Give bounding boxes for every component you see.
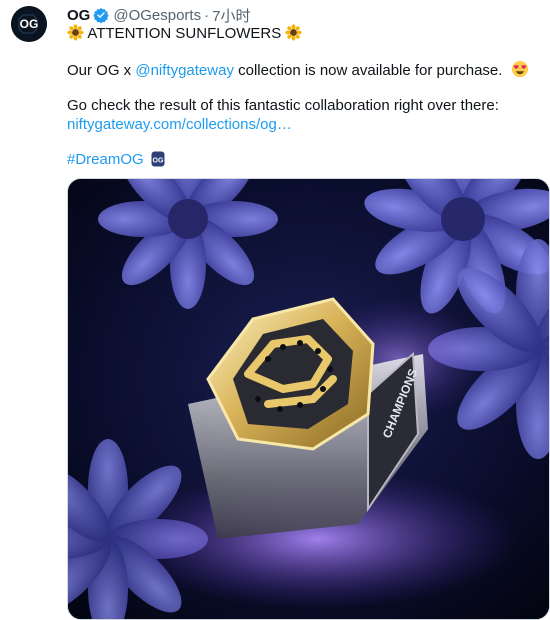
tweet-media-image[interactable]: CHAMPIONS	[67, 178, 550, 620]
verified-badge-icon	[93, 7, 110, 23]
separator-dot: ·	[204, 6, 210, 24]
tweet-line-hashtag: #DreamOG OG	[67, 150, 165, 172]
tweet-card[interactable]: OG OG @OGesports · 7小时 ATTENTION SUNFLOW…	[0, 0, 550, 620]
og-logo-icon: OG	[11, 6, 47, 42]
tweet-line-check: Go check the result of this fantastic co…	[67, 97, 499, 114]
og-hashtag-emoji-icon: OG	[151, 151, 165, 172]
collection-link[interactable]: niftygateway.com/collections/og…	[67, 115, 292, 134]
author-handle[interactable]: @OGesports	[113, 7, 201, 24]
svg-text:OG: OG	[20, 17, 39, 31]
heart-eyes-emoji-icon	[511, 60, 529, 83]
tweet-line-collection: Our OG x @niftygateway collection is now…	[67, 60, 529, 83]
tweet-header: OG @OGesports · 7小时	[67, 5, 250, 25]
sunflower-emoji-icon	[67, 24, 84, 46]
tweet-timestamp[interactable]: 7小时	[212, 5, 250, 26]
author-name[interactable]: OG	[67, 7, 90, 24]
hashtag-dreamog[interactable]: #DreamOG	[67, 151, 144, 168]
collection-text-prefix: Our OG x	[67, 62, 136, 79]
mention-niftygateway[interactable]: @niftygateway	[135, 62, 234, 79]
avatar[interactable]: OG	[11, 6, 47, 42]
svg-text:OG: OG	[152, 158, 163, 165]
attention-text: ATTENTION SUNFLOWERS	[87, 25, 282, 42]
sunflower-emoji-icon	[285, 24, 302, 46]
collection-text-suffix: collection is now available for purchase…	[233, 62, 503, 79]
tweet-line-attention: ATTENTION SUNFLOWERS	[67, 24, 302, 46]
championship-ring-image: CHAMPIONS	[68, 179, 549, 619]
